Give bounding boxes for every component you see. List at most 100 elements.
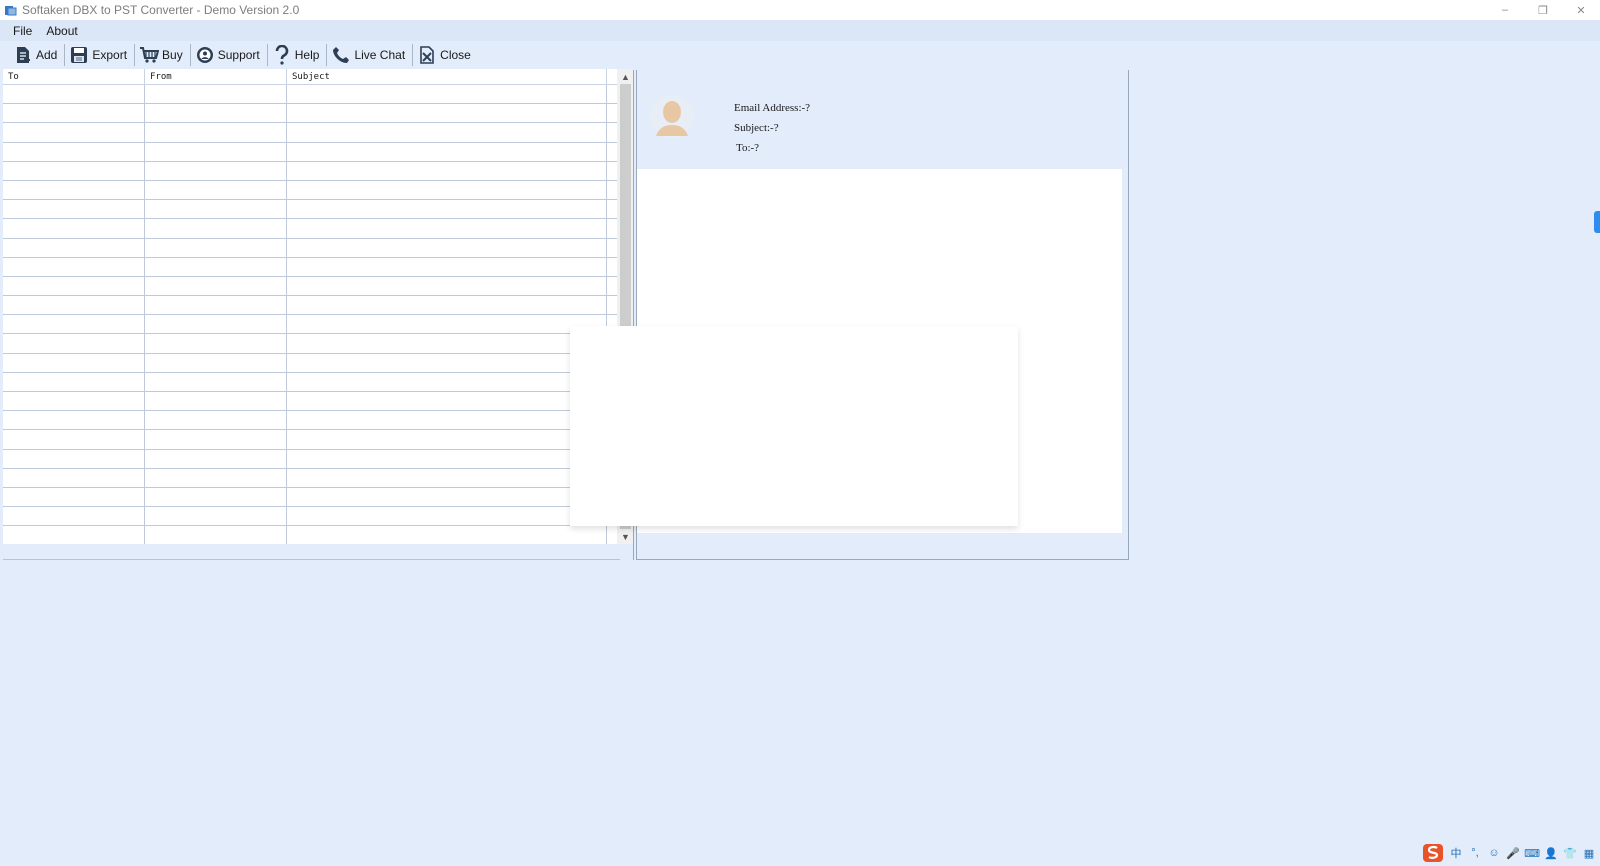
toolbar-separator <box>412 44 414 66</box>
table-cell <box>145 449 287 468</box>
table-row[interactable] <box>3 104 617 124</box>
table-row[interactable] <box>3 468 617 488</box>
skin-icon[interactable]: 👕 <box>1563 846 1577 860</box>
table-cell <box>145 161 287 180</box>
table-cell <box>145 296 287 315</box>
live-chat-button[interactable]: Live Chat <box>328 42 411 68</box>
table-row[interactable] <box>3 85 617 105</box>
table-cell <box>287 276 607 296</box>
help-icon <box>272 45 292 65</box>
table-cell <box>145 411 287 430</box>
table-row[interactable] <box>3 315 617 335</box>
emoji-icon[interactable]: ☺ <box>1487 846 1501 860</box>
minimize-button[interactable]: – <box>1486 0 1524 20</box>
user-icon[interactable]: 👤 <box>1544 846 1558 860</box>
table-cell <box>3 392 145 411</box>
restore-button[interactable]: ❐ <box>1524 0 1562 20</box>
table-cell <box>3 449 145 468</box>
table-cell <box>287 85 607 104</box>
column-header-from[interactable]: From <box>145 69 287 84</box>
support-button[interactable]: Support <box>192 42 266 68</box>
table-row[interactable] <box>3 238 617 258</box>
help-button[interactable]: Help <box>269 42 326 68</box>
table-row[interactable] <box>3 392 617 412</box>
table-cell <box>145 276 287 296</box>
keyboard-icon[interactable]: ⌨ <box>1524 846 1540 860</box>
toolbar-separator <box>64 44 66 66</box>
table-cell <box>3 507 145 526</box>
avatar-icon <box>650 95 694 139</box>
menu-about[interactable]: About <box>39 24 84 38</box>
microphone-icon[interactable]: 🎤 <box>1506 846 1520 860</box>
table-row[interactable] <box>3 180 617 201</box>
live-chat-button-label: Live Chat <box>354 48 406 62</box>
table-row[interactable] <box>3 200 617 220</box>
ime-chinese-icon[interactable]: 中 <box>1449 846 1463 860</box>
table-row[interactable] <box>3 487 617 508</box>
buy-button[interactable]: Buy <box>136 42 189 68</box>
email-address-label: Email Address:-? <box>734 102 811 114</box>
scroll-down-arrow[interactable]: ▼ <box>617 529 634 544</box>
system-tray: 中 °, ☺ 🎤 ⌨ 👤 👕 ▦ <box>1422 842 1596 864</box>
table-row[interactable] <box>3 449 617 469</box>
table-cell <box>145 123 287 142</box>
window-controls: – ❐ ✕ <box>1486 0 1600 20</box>
table-cell <box>287 430 607 449</box>
table-cell <box>145 392 287 411</box>
table-cell <box>145 104 287 123</box>
table-row[interactable] <box>3 257 617 277</box>
table-cell <box>3 315 145 334</box>
table-row[interactable] <box>3 353 617 373</box>
subject-label: Subject:-? <box>734 122 779 134</box>
table-row[interactable] <box>3 507 617 527</box>
table-cell <box>3 219 145 238</box>
table-row[interactable] <box>3 123 617 143</box>
close-button[interactable]: Close <box>414 42 477 68</box>
table-row[interactable] <box>3 526 617 544</box>
table-cell <box>145 468 287 487</box>
table-cell <box>145 219 287 238</box>
table-cell <box>287 334 607 353</box>
column-header-to[interactable]: To <box>3 69 145 84</box>
table-cell <box>3 257 145 276</box>
table-cell <box>287 449 607 468</box>
table-row[interactable] <box>3 161 617 181</box>
table-cell <box>3 487 145 507</box>
add-file-icon <box>13 45 33 65</box>
table-row[interactable] <box>3 219 617 239</box>
close-window-button[interactable]: ✕ <box>1562 0 1600 20</box>
toolbar-separator <box>266 44 268 66</box>
table-row[interactable] <box>3 276 617 297</box>
table-row[interactable] <box>3 430 617 450</box>
export-button[interactable]: Export <box>66 42 133 68</box>
buy-button-label: Buy <box>162 48 183 62</box>
table-row[interactable] <box>3 411 617 431</box>
table-row[interactable] <box>3 142 617 162</box>
save-icon <box>69 45 89 65</box>
sogou-ime-icon[interactable] <box>1422 843 1444 863</box>
table-cell <box>3 180 145 200</box>
table-cell <box>287 161 607 180</box>
table-cell <box>3 85 145 104</box>
table-cell <box>145 430 287 449</box>
column-header-subject[interactable]: Subject <box>287 69 607 84</box>
table-row[interactable] <box>3 334 617 354</box>
grid-menu-icon[interactable]: ▦ <box>1582 846 1596 860</box>
scroll-up-arrow[interactable]: ▲ <box>617 69 634 84</box>
toolbar-separator <box>326 44 328 66</box>
table-row[interactable] <box>3 372 617 392</box>
menu-file[interactable]: File <box>6 24 39 38</box>
support-icon <box>195 45 215 65</box>
table-cell <box>145 507 287 526</box>
punctuation-icon[interactable]: °, <box>1468 846 1482 860</box>
table-cell <box>3 200 145 219</box>
table-row[interactable] <box>3 296 617 316</box>
edge-tab[interactable] <box>1594 211 1600 233</box>
table-cell <box>287 507 607 526</box>
table-cell <box>3 526 145 544</box>
overlay-panel <box>570 326 1018 526</box>
table-cell <box>145 487 287 507</box>
add-button[interactable]: Add <box>10 42 63 68</box>
table-cell <box>145 238 287 257</box>
title-bar: Softaken DBX to PST Converter - Demo Ver… <box>0 0 1600 20</box>
